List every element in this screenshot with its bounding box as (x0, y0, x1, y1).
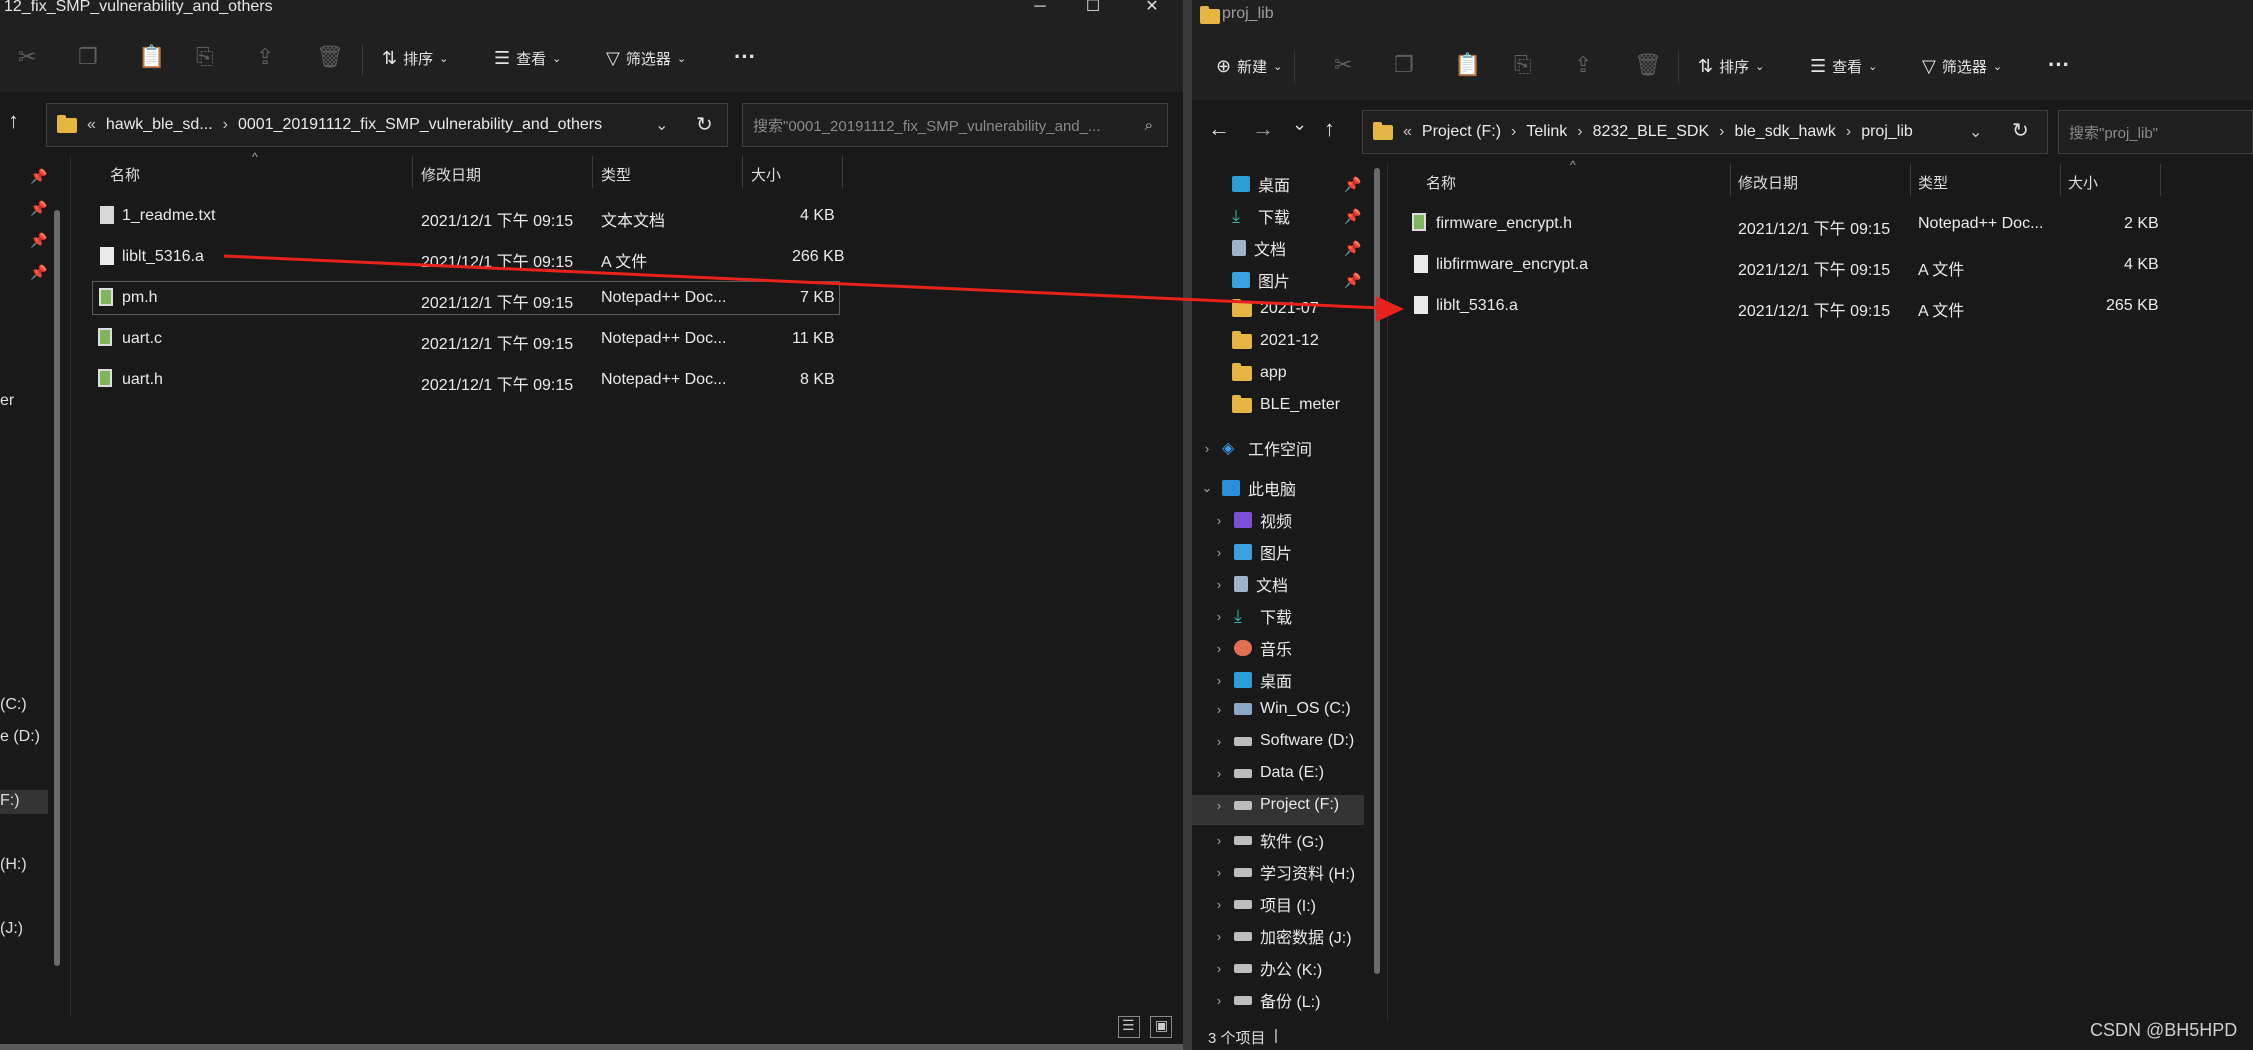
watermark: CSDN @BH5HPD (2090, 1020, 2238, 1040)
annotation-layer (223, 254, 1404, 322)
annotation-arrow-line (223, 254, 1381, 310)
annotation-arrowhead (1376, 296, 1404, 322)
